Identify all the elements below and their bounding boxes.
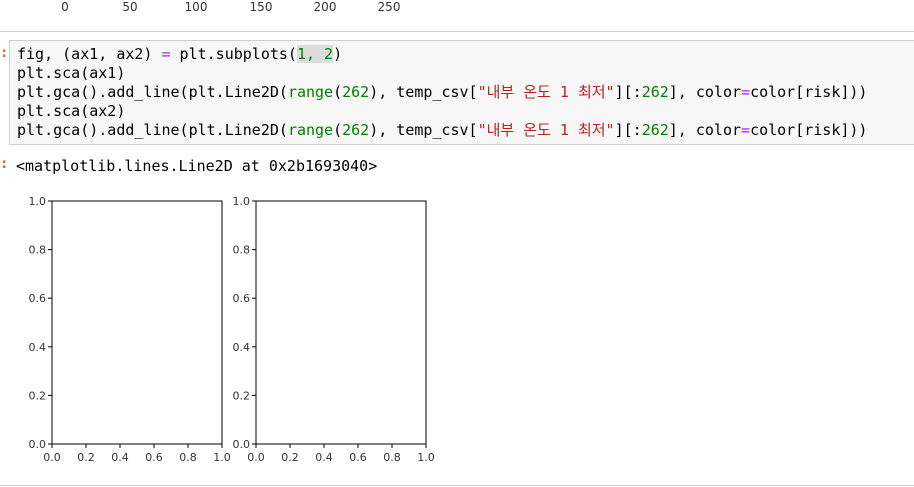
cell-separator-bottom: [0, 485, 914, 486]
x-tick-label: 0.4: [315, 451, 333, 464]
prev-tick: 200: [313, 0, 337, 14]
code-token: range: [287, 121, 334, 139]
code-token: 1, 2: [296, 45, 334, 63]
code-line: plt.gca().add_line(plt.Line2D(range(262)…: [17, 83, 867, 102]
code-editor[interactable]: fig, (ax1, ax2) = plt.subplots(1, 2) plt.…: [17, 45, 867, 140]
code-token: =: [161, 45, 171, 63]
y-tick-label: 0.6: [233, 292, 251, 305]
code-token: plt.sca(ax1): [17, 64, 126, 82]
subplot-axes: 0.0 0.2 0.4 0.6 0.8 1.0 0.0 0.2 0.4 0.6 0.8 1.0: [233, 195, 435, 464]
previous-plot-axis: 0 50 100 150 200 250: [0, 0, 914, 16]
x-tick-label: 0.2: [281, 451, 299, 464]
code-token: ), temp_csv[: [369, 83, 478, 101]
code-token: (: [333, 83, 343, 101]
x-tick-label: 0.0: [247, 451, 265, 464]
cell-separator: [0, 31, 914, 32]
y-tick-label: 0.2: [29, 389, 47, 402]
y-tick-label: 0.0: [29, 438, 47, 451]
code-token: plt.gca().add_line(plt.Line2D(: [17, 83, 288, 101]
code-token: fig, (ax1, ax2): [17, 45, 162, 63]
code-token: ][:: [614, 83, 642, 101]
y-tick-label: 0.2: [233, 389, 251, 402]
x-tick-label: 0.8: [179, 451, 197, 464]
code-token: plt.subplots(: [170, 45, 297, 63]
code-line: plt.sca(ax1): [17, 64, 867, 83]
x-tick-label: 0.0: [43, 451, 61, 464]
code-token: ), temp_csv[: [369, 121, 478, 139]
code-token: 262: [641, 121, 669, 139]
prev-tick: 100: [184, 0, 208, 14]
prev-tick: 150: [249, 0, 273, 14]
code-token: plt.gca().add_line(plt.Line2D(: [17, 121, 288, 139]
axes-frame: [51, 200, 223, 445]
y-tick-label: 0.4: [233, 341, 251, 354]
output-prompt-marker: :: [0, 156, 9, 172]
code-token: (: [333, 121, 343, 139]
code-token: 262: [342, 121, 370, 139]
y-tick-label: 0.8: [29, 244, 47, 257]
x-tick-label: 0.2: [77, 451, 95, 464]
code-token: ], color: [668, 83, 742, 101]
code-token: ][:: [614, 121, 642, 139]
code-token: =: [741, 83, 751, 101]
prev-tick: 50: [122, 0, 138, 14]
code-token: =: [741, 121, 751, 139]
code-token: "내부 온도 1 최저": [477, 83, 615, 101]
input-prompt-marker: :: [0, 45, 9, 61]
x-tick-label: 1.0: [213, 451, 231, 464]
code-cell-input[interactable]: fig, (ax1, ax2) = plt.subplots(1, 2) plt.…: [9, 40, 914, 145]
code-token: ], color: [668, 121, 742, 139]
code-line: fig, (ax1, ax2) = plt.subplots(1, 2): [17, 45, 867, 64]
code-token: color[risk])): [750, 83, 868, 101]
code-line: plt.sca(ax2): [17, 102, 867, 121]
subplots-figure: 0.0 0.2 0.4 0.6 0.8 1.00.00.20.40.60.81.00.0 0…: [29, 195, 435, 464]
code-token: 262: [342, 83, 370, 101]
x-tick-label: 0.6: [349, 451, 367, 464]
y-tick-label: 1.0: [29, 195, 47, 208]
prev-tick: 250: [377, 0, 401, 14]
y-tick-label: 1.0: [233, 195, 251, 208]
code-token: "내부 온도 1 최저": [477, 121, 615, 139]
output-text: <matplotlib.lines.Line2D at 0x2b1693040>: [16, 157, 378, 175]
code-token: 262: [641, 83, 669, 101]
x-tick-label: 0.8: [383, 451, 401, 464]
code-token: ): [333, 45, 343, 63]
code-token: plt.sca(ax2): [17, 102, 126, 120]
code-token: range: [287, 83, 334, 101]
x-tick-label: 0.6: [145, 451, 163, 464]
code-line: plt.gca().add_line(plt.Line2D(range(262)…: [17, 121, 867, 140]
y-tick-label: 0.6: [29, 292, 47, 305]
y-tick-label: 0.8: [233, 244, 251, 257]
y-tick-label: 0.4: [29, 341, 47, 354]
axes-frame: [255, 200, 427, 445]
x-tick-label: 0.4: [111, 451, 129, 464]
subplot-axes: 0.0 0.2 0.4 0.6 0.8 1.0 0.0 0.2 0.4 0.6 0.8 1.0: [29, 195, 231, 464]
x-tick-label: 1.0: [417, 451, 435, 464]
y-tick-label: 0.0: [233, 438, 251, 451]
prev-tick: 0: [61, 0, 69, 14]
code-token: color[risk])): [750, 121, 868, 139]
